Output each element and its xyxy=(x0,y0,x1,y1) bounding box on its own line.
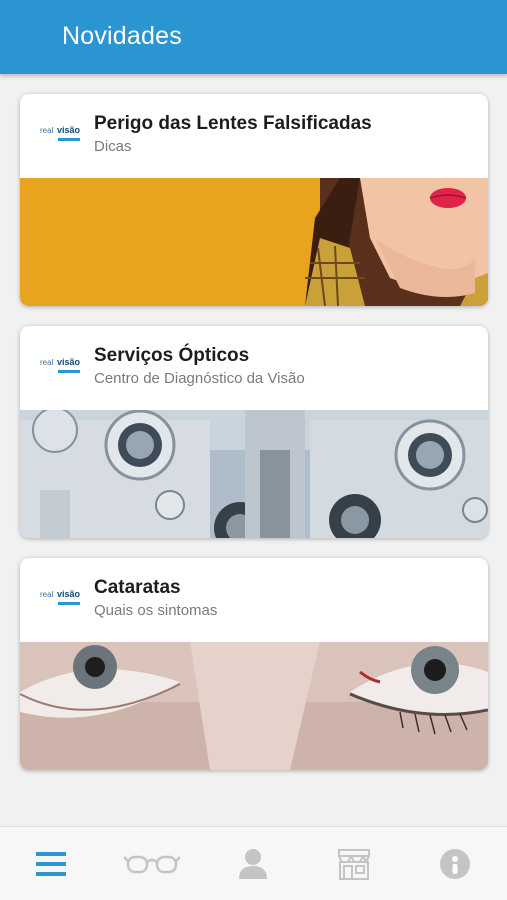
logo-text-real: real xyxy=(40,126,54,135)
card-image-phoropter xyxy=(20,410,488,538)
news-card-servicos[interactable]: real visão Serviços Ópticos Centro de Di… xyxy=(20,326,488,538)
brand-logo: real visão xyxy=(40,124,82,148)
logo-bar xyxy=(58,370,80,373)
logo-text-visao: visão xyxy=(57,589,81,599)
logo-text-real: real xyxy=(40,590,54,599)
nav-item-menu[interactable] xyxy=(0,827,101,900)
news-feed[interactable]: real visão Perigo das Lentes Falsificada… xyxy=(0,74,507,826)
news-card-lentes[interactable]: real visão Perigo das Lentes Falsificada… xyxy=(20,94,488,306)
card-image-eyes xyxy=(20,642,488,770)
card-subtitle: Centro de Diagnóstico da Visão xyxy=(94,370,305,387)
logo-text-real: real xyxy=(40,358,54,367)
nav-item-info[interactable] xyxy=(404,827,505,900)
card-title: Cataratas xyxy=(94,577,181,598)
logo-text-visao: visão xyxy=(57,125,81,135)
store-icon xyxy=(337,849,370,880)
menu-icon xyxy=(35,852,66,876)
card-header: real visão Perigo das Lentes Falsificada… xyxy=(20,94,488,178)
brand-logo: real visão xyxy=(40,356,82,380)
logo-bar xyxy=(58,602,80,605)
nav-item-profile[interactable] xyxy=(202,827,303,900)
page-title: Novidades xyxy=(62,22,182,50)
logo-bar xyxy=(58,138,80,141)
card-title: Perigo das Lentes Falsificadas xyxy=(94,113,372,134)
glasses-icon xyxy=(123,855,180,874)
profile-icon xyxy=(238,849,267,879)
news-card-cataratas[interactable]: real visão Cataratas Quais os sintomas xyxy=(20,558,488,770)
bottom-navigation xyxy=(0,826,507,900)
card-title: Serviços Ópticos xyxy=(94,345,250,366)
brand-logo: real visão xyxy=(40,588,82,612)
nav-item-glasses[interactable] xyxy=(101,827,202,900)
card-header: real visão Serviços Ópticos Centro de Di… xyxy=(20,326,488,410)
card-image-woman-lips xyxy=(20,178,488,306)
logo-text-visao: visão xyxy=(57,357,81,367)
card-subtitle: Dicas xyxy=(94,138,132,155)
nav-item-store[interactable] xyxy=(303,827,404,900)
info-icon xyxy=(439,849,470,879)
card-header: real visão Cataratas Quais os sintomas xyxy=(20,558,488,642)
app-bar: Novidades xyxy=(0,0,507,74)
card-subtitle: Quais os sintomas xyxy=(94,602,218,619)
